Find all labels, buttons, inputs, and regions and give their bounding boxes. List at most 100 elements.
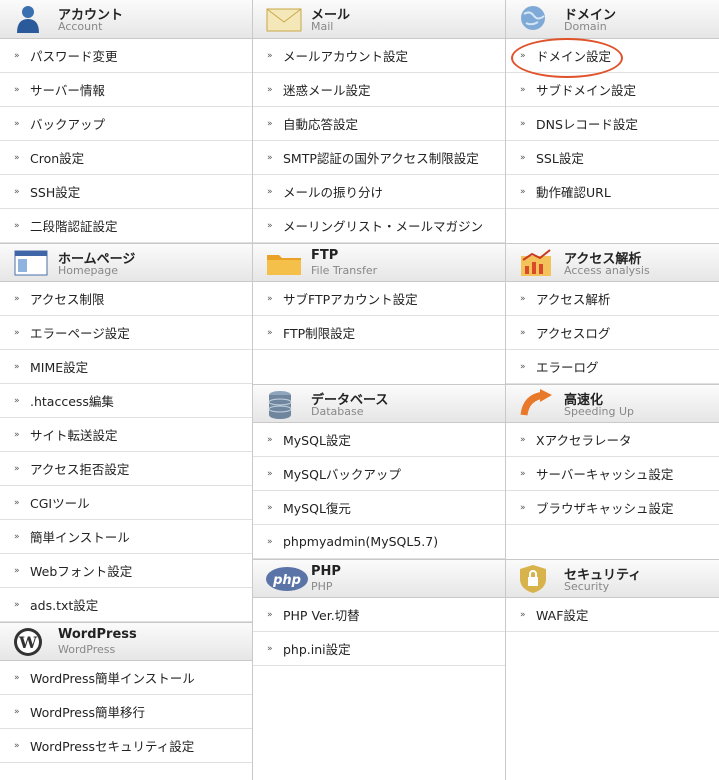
lock-shield-icon [518, 564, 558, 594]
menu-link-label: WordPress簡単インストール [30, 671, 195, 686]
menu-link-homepage-3[interactable]: » MIME設定 [0, 350, 252, 384]
menu-link-account-1[interactable]: » パスワード変更 [0, 39, 252, 73]
menu-link-homepage-8[interactable]: » 簡単インストール [0, 520, 252, 554]
menu-link-wordpress-1[interactable]: » WordPress簡単インストール [0, 661, 252, 695]
menu-link-label: Xアクセラレータ [536, 433, 632, 448]
double-chevron-right-icon: » [520, 609, 526, 620]
section-header-php: php PHP PHP [253, 559, 505, 598]
menu-link-homepage-4[interactable]: » .htaccess編集 [0, 384, 252, 418]
double-chevron-right-icon: » [267, 643, 273, 654]
double-chevron-right-icon: » [14, 395, 20, 406]
menu-link-label: WAF設定 [536, 608, 589, 623]
double-chevron-right-icon: » [267, 293, 273, 304]
menu-link-account-4[interactable]: » Cron設定 [0, 141, 252, 175]
menu-link-database-2[interactable]: » MySQLバックアップ [253, 457, 505, 491]
menu-column-3: ドメイン Domain » ドメイン設定 » サブドメイン設定 » DNSレコード設定 » SSL… [506, 0, 719, 780]
section-subtitle: Access analysis [564, 264, 650, 277]
menu-link-domain-2[interactable]: » サブドメイン設定 [506, 73, 719, 107]
menu-link-label: php.ini設定 [283, 642, 351, 657]
menu-link-speedup-1[interactable]: » Xアクセラレータ [506, 423, 719, 457]
menu-link-label: アクセス制限 [30, 292, 105, 307]
menu-link-label: MySQLバックアップ [283, 467, 401, 482]
menu-link-account-6[interactable]: » 二段階認証設定 [0, 209, 252, 243]
chart-icon [518, 248, 558, 278]
menu-link-database-4[interactable]: » phpmyadmin(MySQL5.7) [253, 525, 505, 559]
menu-link-label: ブラウザキャッシュ設定 [536, 501, 674, 516]
menu-link-wordpress-2[interactable]: » WordPress簡単移行 [0, 695, 252, 729]
menu-link-account-2[interactable]: » サーバー情報 [0, 73, 252, 107]
menu-link-label: サーバー情報 [30, 83, 105, 98]
menu-link-domain-3[interactable]: » DNSレコード設定 [506, 107, 719, 141]
double-chevron-right-icon: » [520, 84, 526, 95]
menu-link-speedup-2[interactable]: » サーバーキャッシュ設定 [506, 457, 719, 491]
double-chevron-right-icon: » [267, 536, 273, 547]
menu-link-domain-4[interactable]: » SSL設定 [506, 141, 719, 175]
section-subtitle: Security [564, 580, 610, 593]
double-chevron-right-icon: » [14, 497, 20, 508]
double-chevron-right-icon: » [14, 220, 20, 231]
section-header-mail: メール Mail [253, 0, 505, 39]
menu-link-access_analysis-1[interactable]: » アクセス解析 [506, 282, 719, 316]
double-chevron-right-icon: » [267, 468, 273, 479]
menu-link-mail-1[interactable]: » メールアカウント設定 [253, 39, 505, 73]
double-chevron-right-icon: » [14, 50, 20, 61]
menu-link-label: PHP Ver.切替 [283, 608, 360, 623]
section-header-account: アカウント Account [0, 0, 252, 39]
menu-link-label: SMTP認証の国外アクセス制限設定 [283, 151, 479, 166]
menu-link-homepage-1[interactable]: » アクセス制限 [0, 282, 252, 316]
menu-link-domain-1[interactable]: » ドメイン設定 [506, 39, 719, 73]
menu-link-php-2[interactable]: » php.ini設定 [253, 632, 505, 666]
menu-link-mail-3[interactable]: » 自動応答設定 [253, 107, 505, 141]
menu-link-ftp-2[interactable]: » FTP制限設定 [253, 316, 505, 350]
double-chevron-right-icon: » [14, 152, 20, 163]
double-chevron-right-icon: » [267, 84, 273, 95]
section-header-domain: ドメイン Domain [506, 0, 719, 39]
menu-link-label: メールの振り分け [283, 185, 384, 200]
menu-link-homepage-6[interactable]: » アクセス拒否設定 [0, 452, 252, 486]
menu-link-homepage-2[interactable]: » エラーページ設定 [0, 316, 252, 350]
menu-link-wordpress-3[interactable]: » WordPressセキュリティ設定 [0, 729, 252, 763]
menu-link-mail-5[interactable]: » メールの振り分け [253, 175, 505, 209]
double-chevron-right-icon: » [267, 609, 273, 620]
window-icon [12, 248, 52, 278]
menu-link-php-1[interactable]: » PHP Ver.切替 [253, 598, 505, 632]
menu-link-domain-5[interactable]: » 動作確認URL [506, 175, 719, 209]
server-panel-menu: アカウント Account » パスワード変更 » サーバー情報 » バックアップ » Cron設… [0, 0, 719, 780]
menu-link-access_analysis-3[interactable]: » エラーログ [506, 350, 719, 384]
menu-link-homepage-9[interactable]: » Webフォント設定 [0, 554, 252, 588]
double-chevron-right-icon: » [267, 502, 273, 513]
menu-link-database-1[interactable]: » MySQL設定 [253, 423, 505, 457]
menu-link-label: サーバーキャッシュ設定 [536, 467, 674, 482]
svg-text:W: W [18, 633, 38, 652]
section-subtitle: File Transfer [311, 264, 378, 277]
empty-row [253, 350, 505, 384]
menu-link-label: 動作確認URL [536, 185, 611, 200]
double-chevron-right-icon: » [14, 293, 20, 304]
menu-link-access_analysis-2[interactable]: » アクセスログ [506, 316, 719, 350]
menu-link-label: アクセス拒否設定 [30, 462, 130, 477]
menu-link-mail-4[interactable]: » SMTP認証の国外アクセス制限設定 [253, 141, 505, 175]
menu-link-ftp-1[interactable]: » サブFTPアカウント設定 [253, 282, 505, 316]
menu-link-account-5[interactable]: » SSH設定 [0, 175, 252, 209]
user-icon [12, 4, 52, 34]
menu-link-account-3[interactable]: » バックアップ [0, 107, 252, 141]
menu-link-mail-2[interactable]: » 迷惑メール設定 [253, 73, 505, 107]
menu-link-homepage-7[interactable]: » CGIツール [0, 486, 252, 520]
menu-link-mail-6[interactable]: » メーリングリスト・メールマガジン [253, 209, 505, 243]
section-header-speedup: 高速化 Speeding Up [506, 384, 719, 423]
menu-link-security-1[interactable]: » WAF設定 [506, 598, 719, 632]
menu-link-database-3[interactable]: » MySQL復元 [253, 491, 505, 525]
menu-link-label: SSL設定 [536, 151, 584, 166]
section-title: WordPress [58, 627, 137, 642]
double-chevron-right-icon: » [14, 361, 20, 372]
menu-link-homepage-10[interactable]: » ads.txt設定 [0, 588, 252, 622]
double-chevron-right-icon: » [520, 50, 526, 61]
section-title: PHP [311, 564, 341, 579]
menu-link-label: .htaccess編集 [30, 394, 114, 409]
folder-icon [265, 248, 305, 278]
section-title: FTP [311, 248, 339, 263]
php-icon: php [265, 564, 308, 594]
section-header-database: データベース Database [253, 384, 505, 423]
menu-link-speedup-3[interactable]: » ブラウザキャッシュ設定 [506, 491, 719, 525]
menu-link-homepage-5[interactable]: » サイト転送設定 [0, 418, 252, 452]
